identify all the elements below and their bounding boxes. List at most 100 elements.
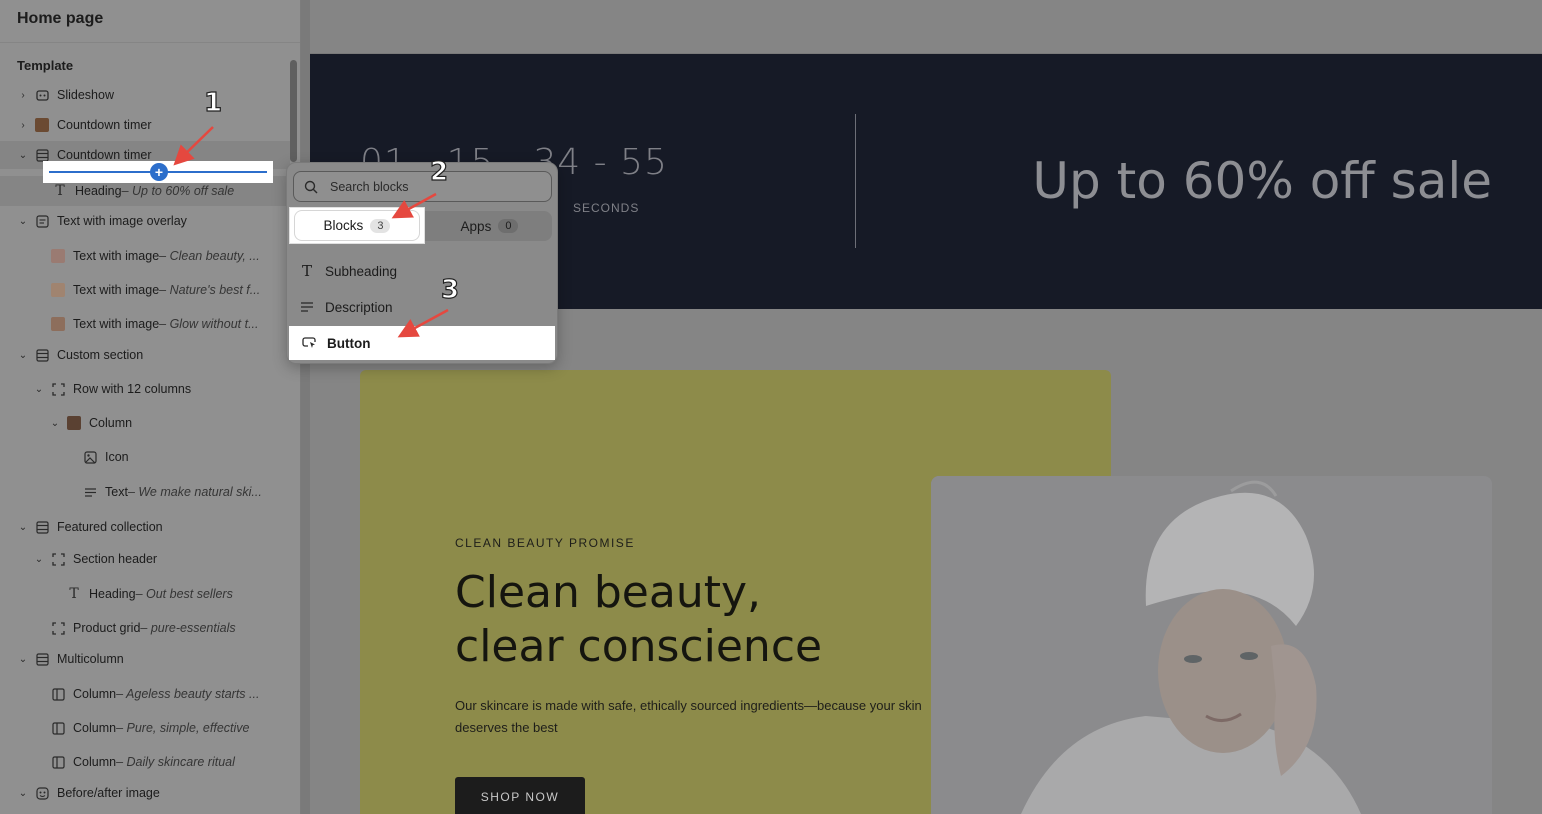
shop-now-button[interactable]: SHOP NOW bbox=[455, 777, 585, 814]
tree-item-label: Before/after image bbox=[57, 786, 160, 800]
tree-item-label: Text with image bbox=[73, 249, 160, 263]
search-icon bbox=[304, 180, 318, 193]
sidebar-header: Home page bbox=[0, 0, 300, 43]
chevron-down-icon[interactable]: ⌄ bbox=[17, 654, 29, 665]
block-option-description[interactable]: Description bbox=[287, 290, 557, 324]
section-icon bbox=[35, 520, 49, 534]
chevron-down-icon[interactable]: ⌄ bbox=[17, 216, 29, 227]
tree-item-sublabel: – We make natural ski... bbox=[127, 485, 262, 499]
tree-item-label: Text with image bbox=[73, 283, 160, 297]
tab-label: Blocks bbox=[323, 218, 364, 233]
tree-item-label: Text with image overlay bbox=[57, 214, 187, 228]
chevron-right-icon[interactable]: › bbox=[17, 90, 29, 101]
tree-item-text-with-image[interactable]: Text with image – Clean beauty, ... bbox=[0, 242, 290, 270]
tree-item-label: Column bbox=[73, 687, 117, 701]
section-icon bbox=[35, 348, 49, 362]
tree-item-label: Slideshow bbox=[57, 88, 114, 102]
tree-item-label: Featured collection bbox=[57, 520, 163, 534]
tree-item-section-header[interactable]: ⌄ Section header bbox=[0, 545, 290, 573]
group-frame-icon bbox=[51, 382, 65, 396]
insert-block-indicator[interactable]: + bbox=[43, 161, 273, 183]
chevron-down-icon[interactable]: ⌄ bbox=[17, 522, 29, 533]
countdown-seconds-label: SECONDS bbox=[573, 201, 640, 215]
tree-item-column[interactable]: ⌄ Column bbox=[0, 409, 290, 437]
chevron-down-icon[interactable]: ⌄ bbox=[17, 350, 29, 361]
tree-item-multicolumn[interactable]: ⌄ Multicolumn bbox=[0, 645, 290, 673]
search-blocks-field[interactable] bbox=[293, 171, 552, 202]
image-thumbnail bbox=[51, 317, 65, 331]
tree-item-column[interactable]: Column – Pure, simple, effective bbox=[0, 714, 290, 742]
tree-item-before-after-image[interactable]: ⌄ Before/after image bbox=[0, 779, 290, 807]
chevron-down-icon[interactable]: ⌄ bbox=[49, 418, 61, 429]
tree-item-sublabel: – Glow without t... bbox=[159, 317, 259, 331]
page-title: Home page bbox=[17, 10, 104, 27]
block-option-subheading[interactable]: T Subheading bbox=[287, 254, 557, 288]
tree-item-label: Text with image bbox=[73, 317, 160, 331]
tree-item-text[interactable]: Text – We make natural ski... bbox=[0, 478, 290, 506]
tree-item-label: Custom section bbox=[57, 348, 144, 362]
tree-item-sublabel: – Ageless beauty starts ... bbox=[116, 687, 260, 701]
image-thumbnail bbox=[67, 416, 81, 430]
tree-item-label: Heading bbox=[75, 184, 122, 198]
tree-item-label: Icon bbox=[105, 450, 129, 464]
model-photo bbox=[931, 476, 1492, 814]
tree-item-icon[interactable]: Icon bbox=[0, 443, 290, 471]
promo-eyebrow: CLEAN BEAUTY PROMISE bbox=[455, 536, 635, 550]
tree-item-label: Multicolumn bbox=[57, 652, 124, 666]
tree-item-label: Column bbox=[73, 755, 117, 769]
text-t-icon: T bbox=[55, 183, 65, 199]
count-badge: 3 bbox=[370, 218, 391, 233]
text-section-icon bbox=[35, 214, 49, 228]
group-frame-icon bbox=[51, 621, 65, 635]
column-icon bbox=[51, 721, 65, 735]
tree-item-slideshow[interactable]: › Slideshow bbox=[0, 81, 290, 109]
promo-heading: Clean beauty, clear conscience bbox=[455, 567, 823, 672]
block-option-label: Button bbox=[327, 335, 371, 351]
text-lines-icon bbox=[299, 299, 315, 315]
group-frame-icon bbox=[51, 552, 65, 566]
tree-item-sublabel: – pure-essentials bbox=[140, 621, 236, 635]
chevron-down-icon[interactable]: ⌄ bbox=[17, 150, 29, 161]
tree-item-label: Row with 12 columns bbox=[73, 382, 192, 396]
tree-item-column[interactable]: Column – Daily skincare ritual bbox=[0, 748, 290, 776]
tree-item-text-with-image[interactable]: Text with image – Glow without t... bbox=[0, 310, 290, 338]
image-thumbnail bbox=[51, 283, 65, 297]
tree-item-custom-section[interactable]: ⌄ Custom section bbox=[0, 341, 290, 369]
tree-item-label: Text bbox=[105, 485, 128, 499]
tab-blocks[interactable]: Blocks 3 bbox=[289, 207, 425, 244]
before-after-icon bbox=[35, 786, 49, 800]
image-icon bbox=[83, 450, 97, 464]
tree-item-sublabel: – Up to 60% off sale bbox=[121, 184, 235, 198]
countdown-divider bbox=[855, 114, 856, 248]
tree-item-column[interactable]: Column – Ageless beauty starts ... bbox=[0, 680, 290, 708]
tree-item-featured-collection[interactable]: ⌄ Featured collection bbox=[0, 513, 290, 541]
tree-item-label: Section header bbox=[73, 552, 158, 566]
add-block-popover: Blocks 3 Apps 0 T Subheading Description B… bbox=[286, 162, 558, 364]
chevron-down-icon[interactable]: ⌄ bbox=[33, 384, 45, 395]
section-icon bbox=[35, 652, 49, 666]
tree-item-product-grid[interactable]: Product grid – pure-essentials bbox=[0, 614, 290, 642]
tree-item-sublabel: – Out best sellers bbox=[135, 587, 233, 601]
button-cursor-icon bbox=[301, 335, 317, 351]
add-block-plus-icon[interactable]: + bbox=[150, 163, 168, 181]
column-icon bbox=[51, 755, 65, 769]
slideshow-icon bbox=[35, 88, 49, 102]
tab-label: Apps bbox=[460, 218, 492, 234]
tree-item-label: Countdown timer bbox=[57, 118, 152, 132]
tree-item-sublabel: – Daily skincare ritual bbox=[116, 755, 235, 769]
chevron-right-icon[interactable]: › bbox=[17, 120, 29, 131]
tree-item-text-with-image-overlay[interactable]: ⌄ Text with image overlay bbox=[0, 207, 290, 235]
text-t-icon: T bbox=[69, 586, 79, 602]
sidebar-scrollbar[interactable] bbox=[290, 60, 297, 162]
tree-item-heading[interactable]: T Heading – Out best sellers bbox=[0, 580, 290, 608]
preview-header-strip bbox=[310, 0, 1542, 54]
column-icon bbox=[51, 687, 65, 701]
chevron-down-icon[interactable]: ⌄ bbox=[17, 788, 29, 799]
tree-item-row-with-12-columns[interactable]: ⌄ Row with 12 columns bbox=[0, 375, 290, 403]
tab-apps[interactable]: Apps 0 bbox=[427, 211, 552, 241]
tree-item-label: Column bbox=[89, 416, 133, 430]
chevron-down-icon[interactable]: ⌄ bbox=[33, 554, 45, 565]
tree-item-text-with-image[interactable]: Text with image – Nature's best f... bbox=[0, 276, 290, 304]
tree-item-countdown-timer[interactable]: › Countdown timer bbox=[0, 111, 290, 139]
block-option-button[interactable]: Button bbox=[289, 326, 555, 360]
